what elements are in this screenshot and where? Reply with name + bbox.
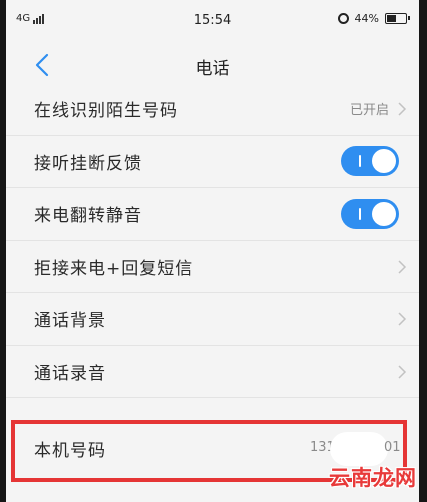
toggle-knob <box>372 201 396 226</box>
setting-flip-to-mute[interactable]: 来电翻转静音 <box>6 188 419 241</box>
chevron-right-icon <box>398 259 407 274</box>
setting-label: 通话背景 <box>34 311 106 332</box>
setting-label: 通话录音 <box>34 363 106 384</box>
flip-mute-toggle[interactable] <box>341 198 399 229</box>
settings-list: 在线识别陌生号码 已开启 接听挂断反馈 来电翻转静音 拒接来电+回复短信 通话背… <box>6 83 419 398</box>
page-title: 电话 <box>195 59 230 79</box>
toggle-on-mark <box>359 155 361 168</box>
setting-label: 在线识别陌生号码 <box>34 101 178 122</box>
setting-label: 接听挂断反馈 <box>34 153 142 174</box>
setting-value: 已开启 <box>349 103 389 119</box>
chevron-right-icon <box>398 364 407 379</box>
setting-online-identify[interactable]: 在线识别陌生号码 已开启 <box>6 83 419 136</box>
alarm-icon <box>337 13 349 24</box>
section-gap <box>6 398 419 418</box>
chevron-right-icon <box>398 102 407 116</box>
chevron-right-icon <box>398 312 407 326</box>
toggle-on-mark <box>359 207 361 220</box>
setting-answer-hangup-feedback[interactable]: 接听挂断反馈 <box>6 136 419 188</box>
setting-label: 拒接来电+回复短信 <box>34 258 194 279</box>
setting-call-recording[interactable]: 通话录音 <box>6 346 419 398</box>
setting-label: 来电翻转静音 <box>34 206 142 227</box>
status-right: 44% <box>337 12 410 25</box>
setting-call-background[interactable]: 通话背景 <box>6 293 419 346</box>
setting-reject-with-sms[interactable]: 拒接来电+回复短信 <box>6 241 419 293</box>
status-bar: 4G 15:54 44% <box>6 0 419 40</box>
watermark-logo: 云南龙网 <box>329 466 417 490</box>
feedback-toggle[interactable] <box>341 146 399 177</box>
battery-percent: 44% <box>354 12 379 25</box>
toggle-knob <box>372 149 396 174</box>
battery-icon <box>385 13 410 24</box>
